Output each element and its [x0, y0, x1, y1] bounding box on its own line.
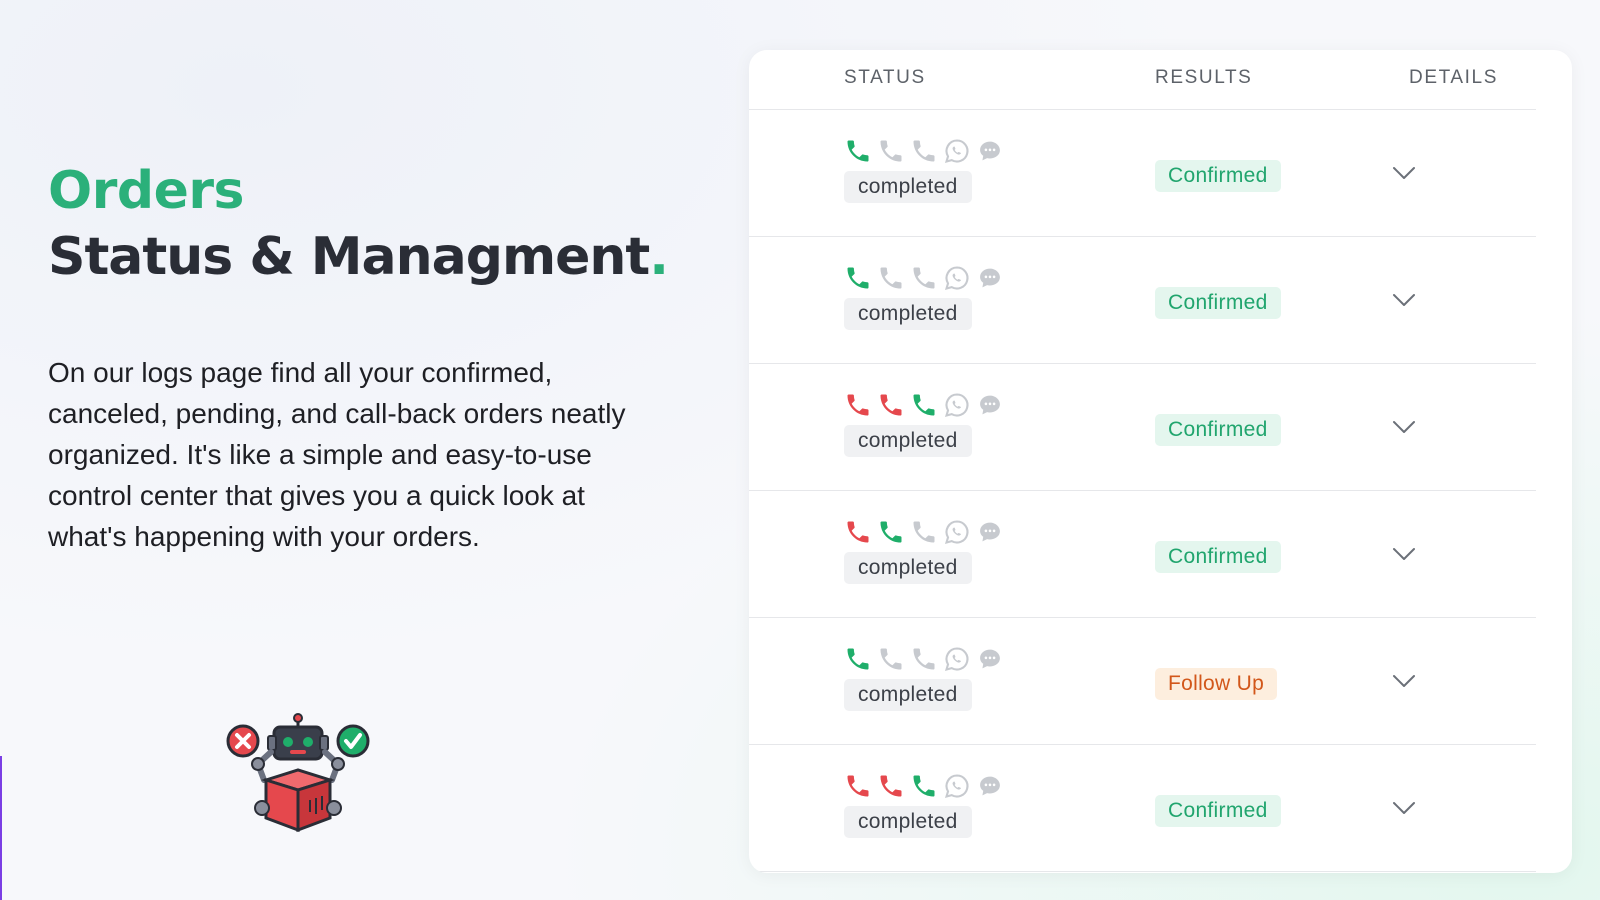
result-badge: Confirmed [1155, 795, 1281, 827]
result-badge: Confirmed [1155, 414, 1281, 446]
phone-icon [880, 267, 902, 289]
phone-icon [913, 394, 935, 416]
phone-icon [847, 267, 869, 289]
whatsapp-icon [944, 774, 969, 798]
status-badge: completed [844, 171, 972, 203]
phone-icon [913, 521, 935, 543]
message-icon [980, 776, 1000, 796]
result-badge: Confirmed [1155, 160, 1281, 192]
header-details: DETAILS [1409, 67, 1498, 88]
call-attempts [844, 137, 1004, 165]
phone-icon [847, 521, 869, 543]
table-row: completed Confirmed [749, 110, 1536, 237]
phone-icon [847, 394, 869, 416]
phone-icon [880, 521, 902, 543]
result-badge: Confirmed [1155, 541, 1281, 573]
message-icon [980, 522, 1000, 542]
robot-mascot-icon [226, 713, 370, 833]
whatsapp-icon [944, 520, 969, 544]
orders-table-panel: STATUS RESULTS DETAILS completed Confirme… [749, 50, 1572, 873]
chevron-down-icon[interactable] [1391, 287, 1417, 313]
call-attempts [844, 518, 1004, 546]
hero-title-orders: Orders [48, 161, 244, 221]
phone-icon [913, 140, 935, 162]
status-badge: completed [844, 806, 972, 838]
table-row: completed Confirmed [749, 491, 1536, 618]
table-row: completed Confirmed [749, 364, 1536, 491]
status-badge: completed [844, 298, 972, 330]
hero-title-text: Status & Managment [48, 227, 650, 287]
status-badge: completed [844, 679, 972, 711]
phone-icon [880, 775, 902, 797]
result-badge: Confirmed [1155, 287, 1281, 319]
phone-icon [913, 267, 935, 289]
call-attempts [844, 772, 1004, 800]
phone-icon [847, 775, 869, 797]
phone-icon [847, 648, 869, 670]
whatsapp-icon [944, 393, 969, 417]
chevron-down-icon[interactable] [1391, 541, 1417, 567]
phone-icon [847, 140, 869, 162]
chevron-down-icon[interactable] [1391, 795, 1417, 821]
chevron-down-icon[interactable] [1391, 160, 1417, 186]
call-attempts [844, 391, 1004, 419]
result-badge: Follow Up [1155, 668, 1278, 700]
status-badge: completed [844, 425, 972, 457]
hero-section: Orders Status & Managment. On our logs p… [48, 158, 728, 557]
header-status: STATUS [844, 67, 926, 88]
message-icon [980, 395, 1000, 415]
table-header: STATUS RESULTS DETAILS [749, 50, 1536, 110]
whatsapp-icon [944, 266, 969, 290]
phone-icon [880, 394, 902, 416]
hero-description: On our logs page find all your confirmed… [48, 357, 626, 552]
table-row: completed Confirmed [749, 237, 1536, 364]
phone-icon [880, 648, 902, 670]
chevron-down-icon[interactable] [1391, 668, 1417, 694]
phone-icon [913, 648, 935, 670]
header-results: RESULTS [1155, 67, 1253, 88]
message-icon [980, 268, 1000, 288]
hero-title-management: Status & Managment. [48, 224, 728, 290]
whatsapp-icon [944, 647, 969, 671]
phone-icon [880, 140, 902, 162]
message-icon [980, 141, 1000, 161]
call-attempts [844, 645, 1004, 673]
whatsapp-icon [944, 139, 969, 163]
status-badge: completed [844, 552, 972, 584]
message-icon [980, 649, 1000, 669]
hero-title-dot: . [649, 227, 669, 287]
accent-line [0, 756, 2, 900]
table-row: completed Follow Up [749, 618, 1536, 745]
chevron-down-icon[interactable] [1391, 414, 1417, 440]
table-row: completed Confirmed [749, 745, 1536, 872]
call-attempts [844, 264, 1004, 292]
phone-icon [913, 775, 935, 797]
